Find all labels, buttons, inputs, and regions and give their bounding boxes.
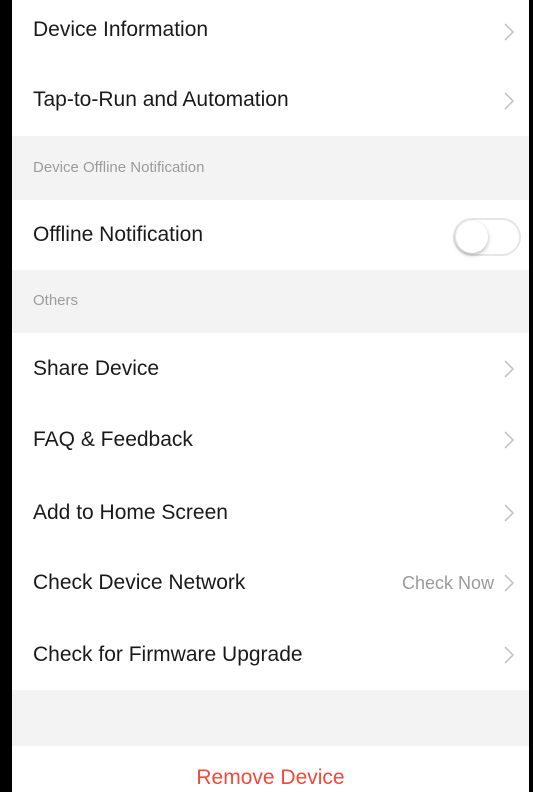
device-information-row[interactable]: Device Information — [12, 0, 529, 66]
bottom-spacer — [12, 690, 529, 746]
chevron-right-icon — [500, 645, 518, 665]
chevron-right-icon — [500, 359, 518, 379]
check-now-detail: Check Now — [401, 573, 494, 593]
offline-section-header-label: Device Offline Notification — [33, 159, 205, 176]
check-firmware-upgrade-row[interactable]: Check for Firmware Upgrade — [12, 618, 529, 690]
check-device-network-label: Check Device Network — [33, 571, 246, 594]
offline-notification-row: Offline Notification — [12, 200, 529, 270]
faq-feedback-row[interactable]: FAQ & Feedback — [12, 403, 529, 476]
others-section-header: Others — [12, 270, 529, 333]
tap-to-run-row[interactable]: Tap-to-Run and Automation — [12, 66, 529, 136]
share-device-row[interactable]: Share Device — [12, 333, 529, 403]
device-settings-screen: Device Information Tap-to-Run and Automa… — [12, 0, 529, 792]
chevron-right-icon — [500, 22, 518, 42]
chevron-right-icon — [500, 91, 518, 111]
add-to-home-screen-label: Add to Home Screen — [33, 501, 228, 524]
check-firmware-upgrade-label: Check for Firmware Upgrade — [33, 643, 303, 666]
offline-notification-label: Offline Notification — [33, 223, 204, 246]
chevron-right-icon — [500, 503, 518, 523]
chevron-right-icon — [500, 430, 518, 450]
chevron-right-icon — [500, 573, 518, 593]
offline-notification-toggle[interactable] — [453, 218, 521, 256]
offline-section-header: Device Offline Notification — [12, 136, 529, 200]
check-device-network-row[interactable]: Check Device Network Check Now — [12, 548, 529, 618]
remove-device-label: Remove Device — [196, 766, 345, 789]
others-section-header-label: Others — [33, 292, 79, 309]
tap-to-run-label: Tap-to-Run and Automation — [33, 88, 289, 111]
faq-feedback-label: FAQ & Feedback — [33, 428, 193, 451]
share-device-label: Share Device — [33, 357, 160, 380]
device-information-label: Device Information — [33, 18, 209, 41]
remove-device-button[interactable]: Remove Device — [12, 746, 529, 792]
add-to-home-screen-row[interactable]: Add to Home Screen — [12, 476, 529, 548]
toggle-knob — [456, 221, 488, 253]
